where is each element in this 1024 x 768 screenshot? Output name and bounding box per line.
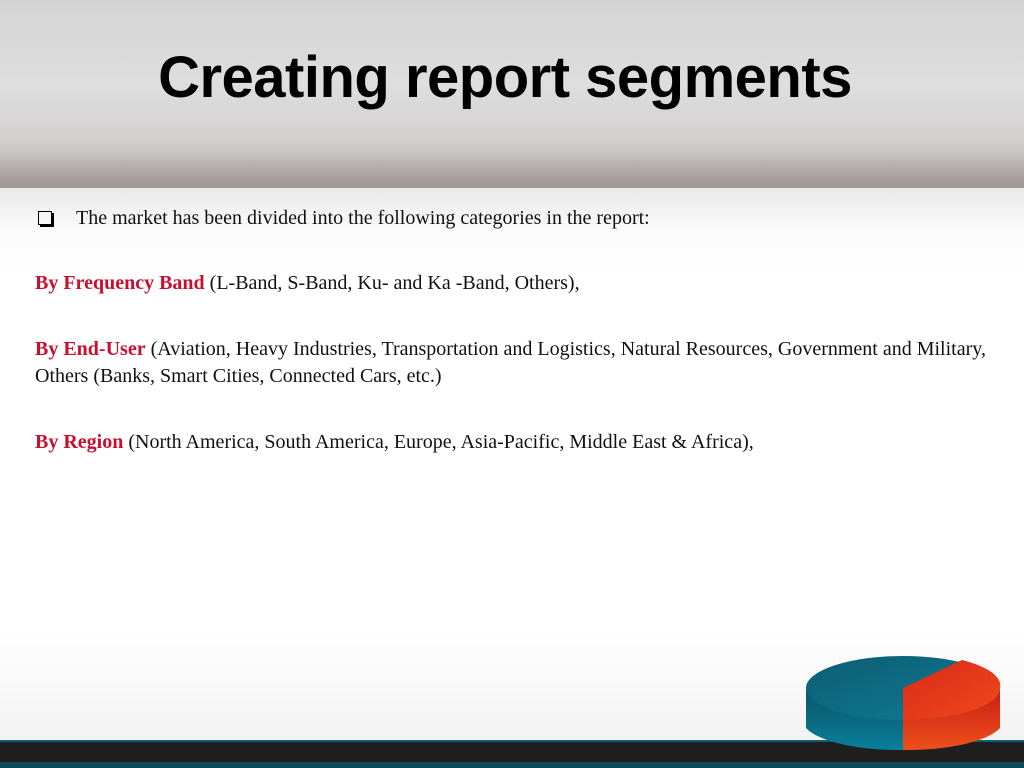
intro-bullet: The market has been divided into the fol… bbox=[35, 205, 995, 232]
segment-text: (L-Band, S-Band, Ku- and Ka -Band, Other… bbox=[204, 272, 580, 294]
segment-end-user: By End-User (Aviation, Heavy Industries,… bbox=[35, 336, 995, 390]
footer-bottom-band bbox=[0, 762, 1024, 768]
intro-text: The market has been divided into the fol… bbox=[76, 207, 650, 229]
segment-text: (North America, South America, Europe, A… bbox=[123, 431, 754, 453]
checkbox-bullet-icon bbox=[38, 211, 52, 225]
slide-title: Creating report segments bbox=[158, 45, 852, 110]
segment-frequency-band: By Frequency Band (L-Band, S-Band, Ku- a… bbox=[35, 270, 995, 297]
segment-region: By Region (North America, South America,… bbox=[35, 429, 995, 456]
pie-chart-logo-icon bbox=[806, 656, 1001, 750]
segment-label: By Frequency Band bbox=[35, 272, 205, 294]
segment-label: By Region bbox=[35, 431, 124, 453]
header-shadow-strip bbox=[0, 155, 1024, 188]
segment-text: (Aviation, Heavy Industries, Transportat… bbox=[35, 338, 986, 387]
segment-label: By End-User bbox=[35, 338, 146, 360]
